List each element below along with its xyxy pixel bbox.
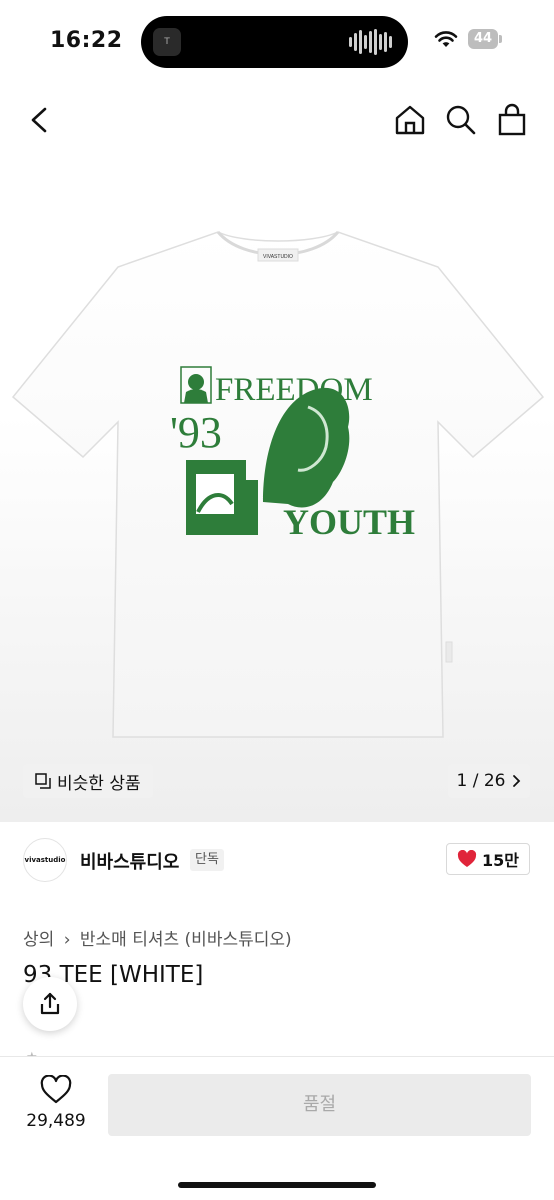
share-icon xyxy=(40,992,60,1015)
neck-label-text: VIVASTUDIO xyxy=(263,254,293,260)
image-pager-label: 1 / 26 xyxy=(456,771,506,791)
bottom-action-bar: 29,489 품절 xyxy=(0,1056,554,1200)
brand-like-count: 15만 xyxy=(482,851,519,870)
battery-level: 44 xyxy=(468,29,498,49)
status-time: 16:22 xyxy=(50,28,123,53)
brand-logo[interactable]: vivastudio xyxy=(23,838,67,882)
wish-count: 29,489 xyxy=(26,1111,86,1131)
dynamic-island: T xyxy=(141,16,408,68)
brand-row: vivastudio 비바스튜디오 단독 15만 xyxy=(0,838,554,884)
image-pager[interactable]: 1 / 26 xyxy=(448,764,530,798)
chevron-right-icon xyxy=(513,775,521,787)
battery-tip xyxy=(499,35,502,43)
audio-wave-icon xyxy=(349,29,392,55)
home-indicator xyxy=(178,1182,376,1188)
breadcrumb-separator-icon: › xyxy=(63,930,71,950)
copy-stack-icon xyxy=(35,773,51,789)
heart-filled-icon xyxy=(457,850,477,867)
product-tshirt-image: VIVASTUDIO FREEDOM '93 YOUTH xyxy=(11,231,545,738)
status-bar: 16:22 T 44 xyxy=(0,0,554,82)
product-image-area[interactable]: VIVASTUDIO FREEDOM '93 YOUTH 비슷한 상품 1 / … xyxy=(0,82,554,822)
sold-out-button[interactable]: 품절 xyxy=(108,1074,531,1136)
share-button[interactable] xyxy=(23,977,77,1031)
battery-indicator: 44 xyxy=(468,29,502,49)
exclusive-badge: 단독 xyxy=(190,849,224,871)
print-youth-text: YOUTH xyxy=(283,502,415,542)
island-app-icon: T xyxy=(153,28,181,56)
chevron-left-icon[interactable] xyxy=(22,102,58,138)
similar-products-label: 비슷한 상품 xyxy=(57,773,141,794)
search-icon[interactable] xyxy=(443,102,479,138)
wifi-icon xyxy=(434,31,458,47)
print-93-text: '93 xyxy=(170,408,222,457)
home-icon[interactable] xyxy=(392,102,428,138)
brand-name[interactable]: 비바스튜디오 xyxy=(80,848,179,874)
brand-like-button[interactable]: 15만 xyxy=(446,843,530,875)
breadcrumb: 상의 › 반소매 티셔츠 (비바스튜디오) xyxy=(23,925,296,950)
shopping-bag-icon[interactable] xyxy=(494,102,530,138)
breadcrumb-item[interactable]: 반소매 티셔츠 (비바스튜디오) xyxy=(80,930,292,950)
heart-outline-icon[interactable] xyxy=(40,1075,72,1105)
product-page: 16:22 T 44 VIVASTUDIO FREEDOM '93 YOUTH … xyxy=(0,0,554,1200)
breadcrumb-item[interactable]: 상의 xyxy=(23,930,54,950)
similar-products-button[interactable]: 비슷한 상품 xyxy=(23,764,153,798)
